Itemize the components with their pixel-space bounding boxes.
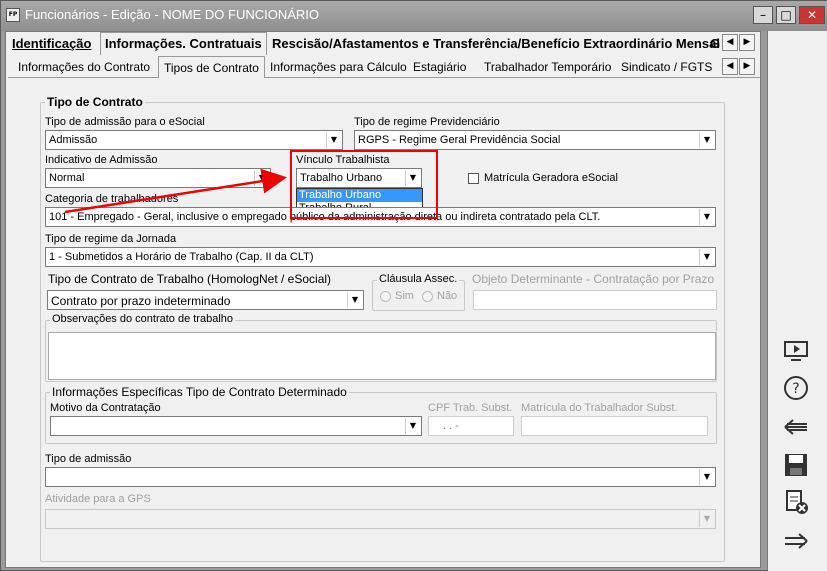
- subtab-scroll-right-icon[interactable]: ▶: [739, 58, 755, 75]
- subtab-sindicato-fgts[interactable]: Sindicato / FGTS: [621, 60, 712, 74]
- form-frame: Identificação Informações. Contratuais R…: [5, 31, 761, 568]
- annotation-arrow: [64, 168, 287, 214]
- monitor-icon[interactable]: [782, 337, 810, 365]
- sidebar: ?: [767, 31, 827, 571]
- tab-identificacao[interactable]: Identificação: [12, 34, 91, 54]
- maximize-icon[interactable]: □: [776, 6, 796, 24]
- tab-content: Tipo de Contrato Tipo de admissão para o…: [12, 80, 757, 566]
- sub-tabs: Informações do Contrato Tipos de Contrat…: [8, 56, 760, 78]
- subtab-informacoes-calculo[interactable]: Informações para Cálculo: [270, 60, 407, 74]
- subtab-informacoes-contrato[interactable]: Informações do Contrato: [18, 60, 150, 74]
- save-icon[interactable]: [782, 451, 810, 479]
- tab-scroll-left-icon[interactable]: ◀: [722, 34, 738, 51]
- back-arrow-icon[interactable]: [782, 413, 810, 441]
- close-icon[interactable]: ✕: [799, 6, 825, 24]
- tab-rescisao[interactable]: Rescisão/Afastamentos e Transferência/Be…: [272, 34, 720, 54]
- cancel-document-icon[interactable]: [782, 488, 810, 516]
- window-title: Funcionários - Edição - NOME DO FUNCIONÁ…: [25, 7, 320, 22]
- main-tabs: Identificação Informações. Contratuais R…: [6, 32, 762, 55]
- tab-scroll-right-icon[interactable]: ▶: [739, 34, 755, 51]
- tab-g[interactable]: G: [710, 34, 720, 54]
- minimize-icon[interactable]: –: [753, 6, 773, 24]
- help-icon[interactable]: ?: [782, 374, 810, 402]
- subtab-tipos-contrato[interactable]: Tipos de Contrato: [158, 56, 265, 78]
- svg-text:?: ?: [792, 381, 799, 397]
- window: FP Funcionários - Edição - NOME DO FUNCI…: [0, 0, 827, 571]
- subtab-scroll-left-icon[interactable]: ◀: [722, 58, 738, 75]
- app-icon: FP: [6, 8, 20, 22]
- forward-arrow-icon[interactable]: [782, 527, 810, 555]
- subtab-estagiario[interactable]: Estagiário: [413, 60, 466, 74]
- subtab-trabalhador-temporario[interactable]: Trabalhador Temporário: [484, 60, 611, 74]
- tab-informacoes-contratuais[interactable]: Informações. Contratuais: [100, 32, 267, 55]
- title-bar: FP Funcionários - Edição - NOME DO FUNCI…: [1, 1, 827, 31]
